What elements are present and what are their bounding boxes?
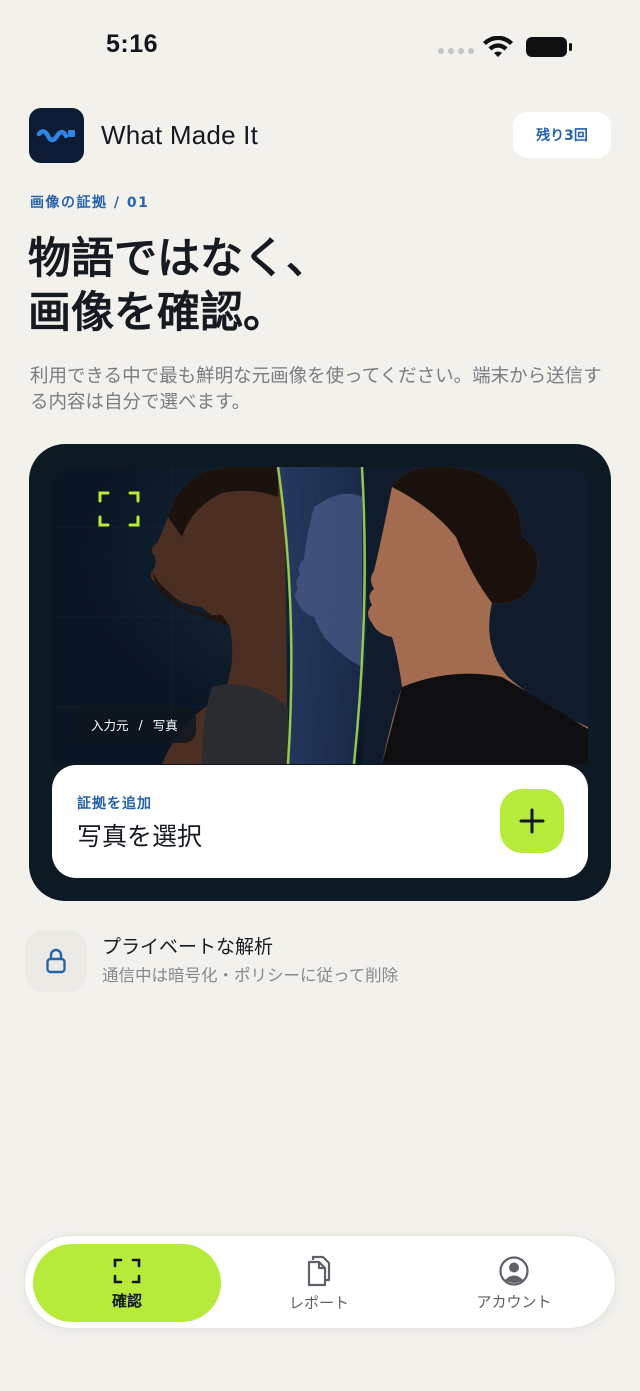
- status-bar: 5:16: [0, 0, 640, 90]
- lock-icon: [46, 948, 66, 974]
- page-title: 物語ではなく、 画像を確認。: [28, 232, 329, 340]
- plus-icon: [519, 808, 545, 834]
- source-tag-right: 写真: [152, 718, 178, 733]
- tab-report-label: レポート: [288, 1293, 349, 1312]
- signal-icon: [438, 48, 474, 54]
- wifi-icon: [483, 36, 513, 57]
- description: 利用できる中で最も鮮明な元画像を使ってください。端末から送信する内容は自分で選べ…: [30, 366, 602, 413]
- credits-badge[interactable]: 残り3回: [513, 112, 611, 158]
- section-label: 画像の証拠 / 01: [30, 195, 150, 211]
- privacy-info: プライベートな解析 通信中は暗号化・ポリシーに従って削除: [25, 926, 615, 996]
- tab-verify-label: 確認: [111, 1291, 142, 1310]
- source-tag-separator: /: [138, 717, 143, 732]
- privacy-subtitle: 通信中は暗号化・ポリシーに従って削除: [102, 966, 399, 985]
- tab-report[interactable]: レポート: [225, 1244, 413, 1322]
- documents-icon: [307, 1255, 331, 1286]
- add-evidence-panel[interactable]: 証拠を追加 写真を選択: [52, 765, 588, 878]
- headline-line-1: 物語ではなく、: [28, 234, 329, 284]
- privacy-title: プライベートな解析: [102, 936, 274, 958]
- add-photo-button[interactable]: [500, 789, 564, 853]
- tab-account[interactable]: アカウント: [417, 1244, 611, 1322]
- bottom-tab-bar: 確認 レポート アカウント: [24, 1235, 616, 1329]
- add-evidence-label: 証拠を追加: [77, 796, 152, 812]
- account-icon: [499, 1255, 529, 1286]
- lock-icon-container: [25, 930, 87, 992]
- tab-verify[interactable]: 確認: [33, 1244, 221, 1322]
- status-time: 5:16: [106, 30, 159, 58]
- select-photo-title: 写真を選択: [77, 822, 203, 851]
- scan-icon: [113, 1258, 141, 1283]
- app-title: What Made It: [101, 120, 259, 150]
- source-tag-left: 入力元: [91, 718, 129, 733]
- source-tag: 入力元 / 写真: [73, 706, 196, 743]
- headline-line-2: 画像を確認。: [28, 288, 286, 338]
- tab-account-label: アカウント: [476, 1292, 552, 1311]
- battery-icon: [526, 37, 572, 57]
- evidence-card: 入力元 / 写真 証拠を追加 写真を選択: [29, 444, 611, 901]
- app-logo: [29, 108, 84, 163]
- app-header: What Made It 残り3回: [29, 108, 611, 164]
